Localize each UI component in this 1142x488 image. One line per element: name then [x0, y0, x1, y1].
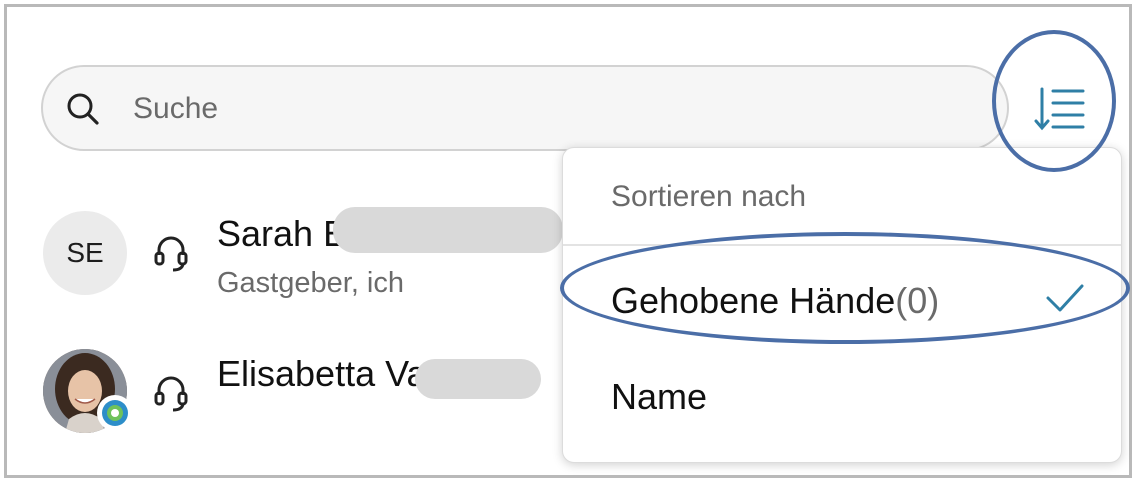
search-icon: [67, 93, 99, 125]
sort-option-label: Gehobene Hände(0): [611, 280, 939, 322]
headset-icon: [154, 236, 188, 272]
sort-option-label: Name: [611, 376, 708, 417]
sort-menu-header: Sortieren nach: [611, 180, 807, 213]
sort-option-text: Gehobene Hände: [611, 280, 896, 321]
presence-badge: [97, 395, 133, 431]
avatar: SE: [43, 211, 127, 295]
search-input[interactable]: [131, 67, 985, 151]
sort-button[interactable]: [1029, 79, 1093, 139]
app-frame: SE Sarah Ec Gastgeber, ich: [4, 4, 1132, 478]
participant-role: Gastgeber, ich: [217, 267, 404, 299]
participant-row[interactable]: Elisabetta Valgel: [43, 343, 563, 433]
sort-menu: Sortieren nach Gehobene Hände(0) Name: [562, 147, 1122, 463]
checkmark-icon: [1046, 284, 1084, 312]
headset-icon: [154, 376, 188, 412]
raised-hands-count: (0): [895, 280, 940, 321]
sort-option-name[interactable]: Name: [563, 354, 1121, 434]
redaction-mark: [415, 359, 541, 399]
search-bar[interactable]: [41, 65, 1009, 151]
menu-divider: [563, 244, 1121, 246]
redaction-mark: [333, 207, 563, 253]
sort-option-raised-hands[interactable]: Gehobene Hände(0): [563, 258, 1121, 338]
sort-list-icon: [1034, 87, 1085, 131]
webex-app-icon: [102, 400, 128, 426]
participant-row[interactable]: SE Sarah Ec Gastgeber, ich: [43, 203, 563, 299]
